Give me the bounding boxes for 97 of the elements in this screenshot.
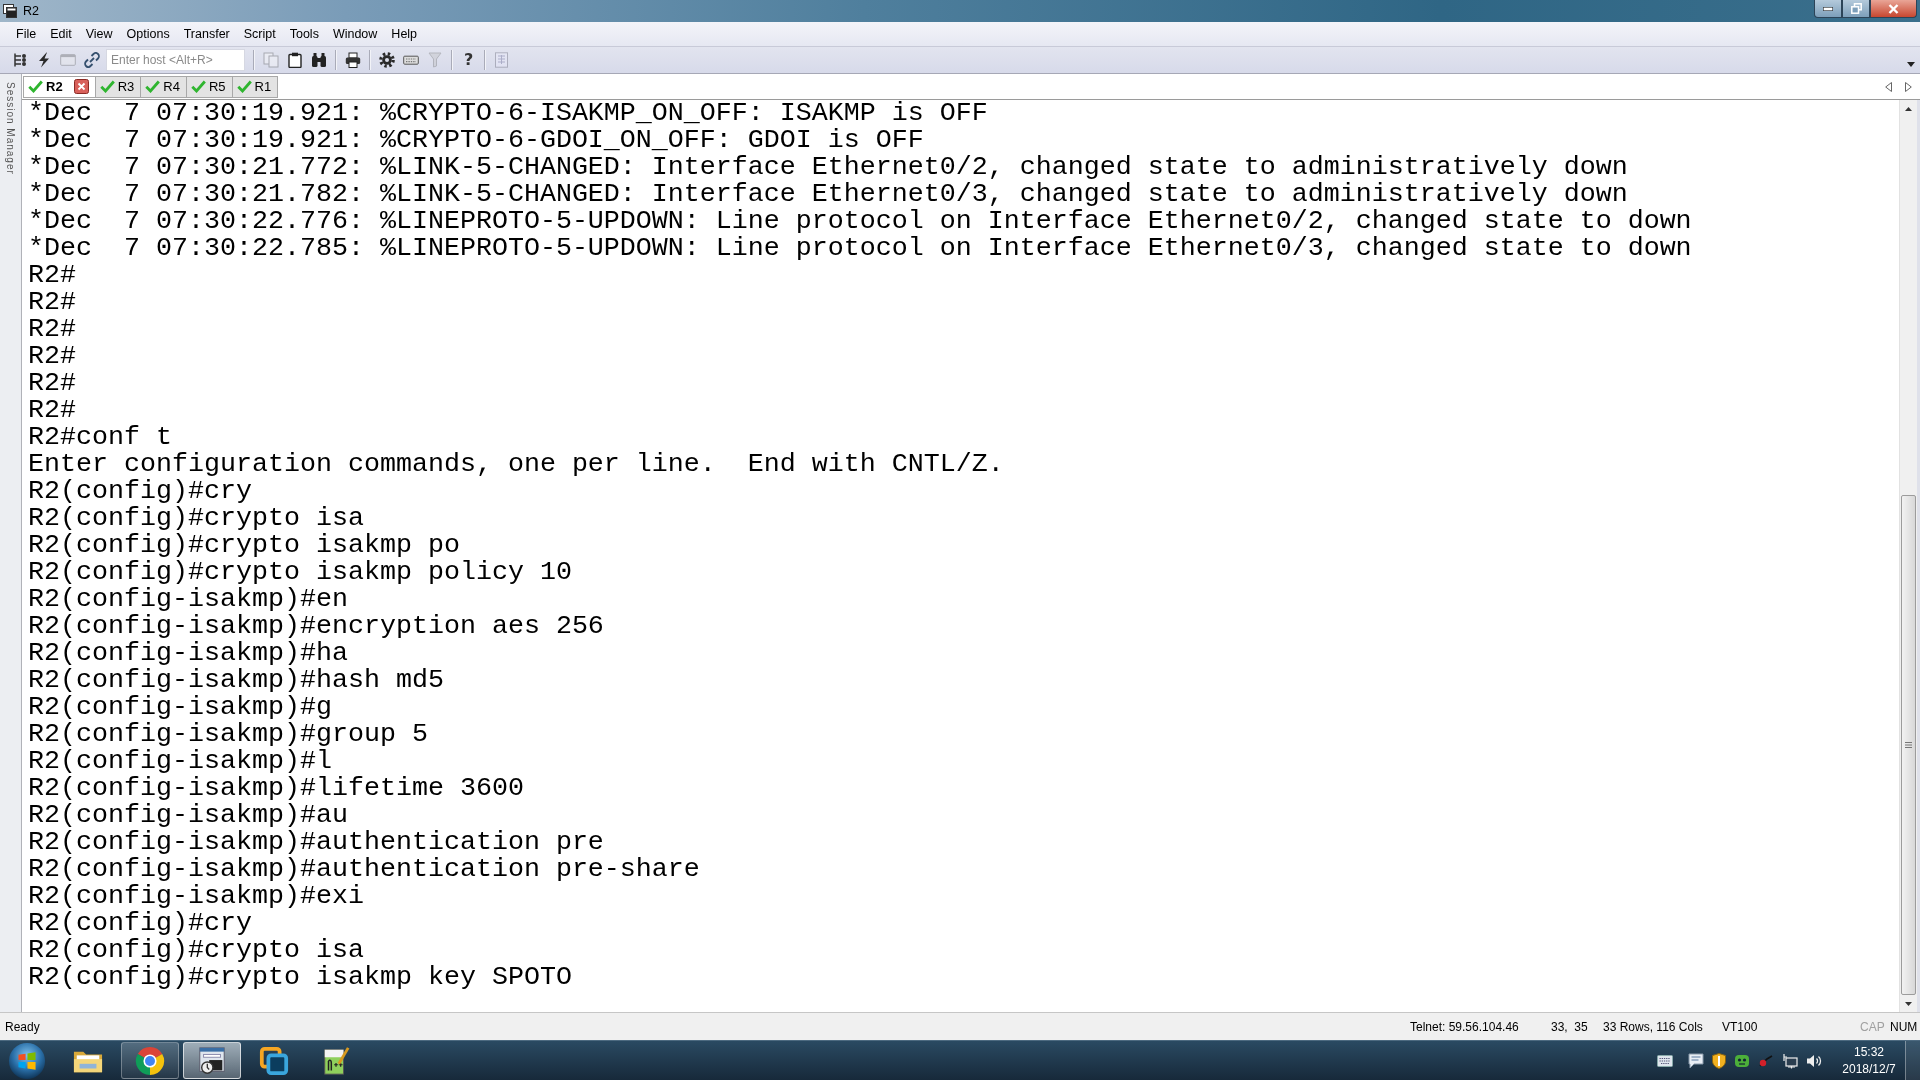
terminal-line: R2(config-isakmp)#group 5	[28, 721, 428, 748]
key-indicator: CAP	[1860, 1019, 1886, 1034]
terminal-line: R2(config)#crypto isakmp policy 10	[28, 559, 572, 586]
terminal-line: R2(config-isakmp)#au	[28, 802, 348, 829]
terminal-line: R2(config-isakmp)#lifetime 3600	[28, 775, 524, 802]
terminal-line: R2#conf t	[28, 424, 172, 451]
terminal-line: R2(config-isakmp)#hash md5	[28, 667, 444, 694]
menu-item[interactable]: View	[78, 25, 120, 43]
terminal-line: R2#	[28, 343, 76, 370]
down-arrow-icon[interactable]	[1905, 1002, 1912, 1006]
terminal-line: R2(config)#crypto isa	[28, 505, 364, 532]
shield-icon[interactable]	[1712, 1052, 1726, 1069]
network-icon[interactable]	[1782, 1052, 1798, 1069]
notepad-pen-icon	[321, 1045, 351, 1076]
terminal-line: R2(config-isakmp)#g	[28, 694, 332, 721]
scroll-thumb[interactable]	[1901, 495, 1916, 995]
start-orb-icon[interactable]	[8, 1041, 46, 1080]
session-tab[interactable]: R2	[23, 75, 96, 98]
minimize-button[interactable]	[1814, 0, 1842, 18]
menu-item[interactable]: Tools	[282, 25, 326, 43]
window-clock-icon	[197, 1045, 227, 1076]
terminal-line: *Dec 7 07:30:19.921: %CRYPTO-6-ISAKMP_ON_OFF: ISAKMP is OFF	[28, 100, 988, 127]
key-indicator: NUM	[1890, 1019, 1919, 1034]
terminal-line: *Dec 7 07:30:22.776: %LINEPROTO-5-UPDOWN: Line protocol on Interface Ethernet0/2, changed state to down	[28, 208, 1692, 235]
overlapping-squares-icon	[259, 1045, 289, 1076]
menu-item[interactable]: Script	[236, 25, 283, 43]
terminal-line: *Dec 7 07:30:21.782: %LINK-5-CHANGED: Interface Ethernet0/3, changed state to administratively down	[28, 181, 1628, 208]
terminal-line: R2#	[28, 316, 76, 343]
terminal-line: R2(config)#cry	[28, 478, 252, 505]
menu-item[interactable]: Window	[325, 25, 385, 43]
menu-item[interactable]: Transfer	[176, 25, 237, 43]
clock-date[interactable]: 2018/12/7	[1842, 1060, 1896, 1078]
link-icon[interactable]	[84, 52, 100, 68]
terminal-line: *Dec 7 07:30:21.772: %LINK-5-CHANGED: Interface Ethernet0/2, changed state to administratively down	[28, 154, 1628, 181]
terminal-line: R2(config-isakmp)#l	[28, 748, 332, 775]
session-tab[interactable]: R5	[186, 75, 233, 98]
emulation-type: VT100	[1722, 1019, 1759, 1034]
window-title: R2	[23, 4, 39, 18]
cursor-position: 33, 35	[1551, 1019, 1589, 1034]
status-message: Ready	[5, 1019, 40, 1034]
help-button[interactable]: ?	[461, 50, 477, 70]
terminal-line: R2#	[28, 262, 76, 289]
terminal-line: R2#	[28, 397, 76, 424]
tricolor-circle-icon	[135, 1045, 165, 1076]
terminal-line: *Dec 7 07:30:19.921: %CRYPTO-6-GDOI_ON_OFF: GDOI is OFF	[28, 127, 924, 154]
clock-time[interactable]: 15:32	[1854, 1043, 1884, 1061]
terminal-line: R2(config-isakmp)#en	[28, 586, 348, 613]
session-manager-tab[interactable]: Session Manager	[5, 82, 16, 175]
restore-icon	[1850, 3, 1862, 14]
printer-icon[interactable]	[345, 52, 361, 68]
session-tab[interactable]: R3	[95, 75, 142, 98]
scrollbar[interactable]	[1899, 100, 1917, 1012]
right-arrow-icon[interactable]	[1905, 81, 1912, 92]
menu-item[interactable]: Help	[384, 25, 425, 43]
show-desktop-button[interactable]	[1905, 1041, 1920, 1080]
clipboard-icon[interactable]	[287, 52, 303, 68]
terminal-line: R2(config)#crypto isa	[28, 937, 364, 964]
close-button[interactable]	[1870, 0, 1917, 18]
app-icon	[3, 4, 17, 18]
terminal-line: R2(config-isakmp)#ha	[28, 640, 348, 667]
grip-icon	[1905, 742, 1912, 748]
session-tab[interactable]: R1	[232, 75, 279, 98]
pin-icon[interactable]	[1758, 1052, 1774, 1069]
taskbar-button[interactable]	[121, 1042, 179, 1079]
terminal-line: R2#	[28, 289, 76, 316]
terminal-line: R2(config-isakmp)#authentication pre	[28, 829, 604, 856]
terminal-line: *Dec 7 07:30:22.785: %LINEPROTO-5-UPDOWN: Line protocol on Interface Ethernet0/3, changed state to down	[28, 235, 1692, 262]
terminal-line: R2(config-isakmp)#exi	[28, 883, 364, 910]
keyboard-icon[interactable]	[1657, 1054, 1673, 1067]
left-arrow-icon[interactable]	[1885, 81, 1892, 92]
close-icon	[1888, 3, 1899, 14]
session-tab[interactable]: R4	[141, 75, 187, 98]
menu-item[interactable]: Edit	[43, 25, 79, 43]
terminal-size: 33 Rows, 116 Cols	[1603, 1019, 1704, 1034]
terminal-line: R2(config-isakmp)#authentication pre-share	[28, 856, 700, 883]
branch-icon[interactable]	[12, 52, 28, 68]
taskbar-button[interactable]	[183, 1042, 241, 1079]
restore-button[interactable]	[1842, 0, 1870, 18]
terminal-line: R2(config)#crypto isakmp po	[28, 532, 460, 559]
dropdown-arrow-icon[interactable]	[1907, 62, 1915, 67]
terminal-line: R2#	[28, 370, 76, 397]
menu-item[interactable]: Options	[119, 25, 177, 43]
settings-icon[interactable]	[379, 52, 395, 68]
minimize-icon	[1823, 6, 1833, 11]
binoculars-icon[interactable]	[311, 52, 327, 68]
menu-item[interactable]: File	[9, 25, 44, 43]
message-icon[interactable]	[1688, 1052, 1704, 1069]
up-arrow-icon[interactable]	[1905, 107, 1912, 111]
robot-icon[interactable]	[1734, 1052, 1750, 1069]
host-field[interactable]: Enter host <Alt+R>	[106, 49, 245, 71]
speaker-icon[interactable]	[1806, 1052, 1822, 1069]
close-icon[interactable]	[73, 79, 89, 94]
terminal-line: R2(config)#cry	[28, 910, 252, 937]
connection-info: Telnet: 59.56.104.46	[1410, 1019, 1520, 1034]
terminal-line: R2(config-isakmp)#encryption aes 256	[28, 613, 604, 640]
terminal-line: Enter configuration commands, one per line. End with CNTL/Z.	[28, 451, 1004, 478]
terminal-line: R2(config)#crypto isakmp key SPOTO	[28, 964, 572, 991]
